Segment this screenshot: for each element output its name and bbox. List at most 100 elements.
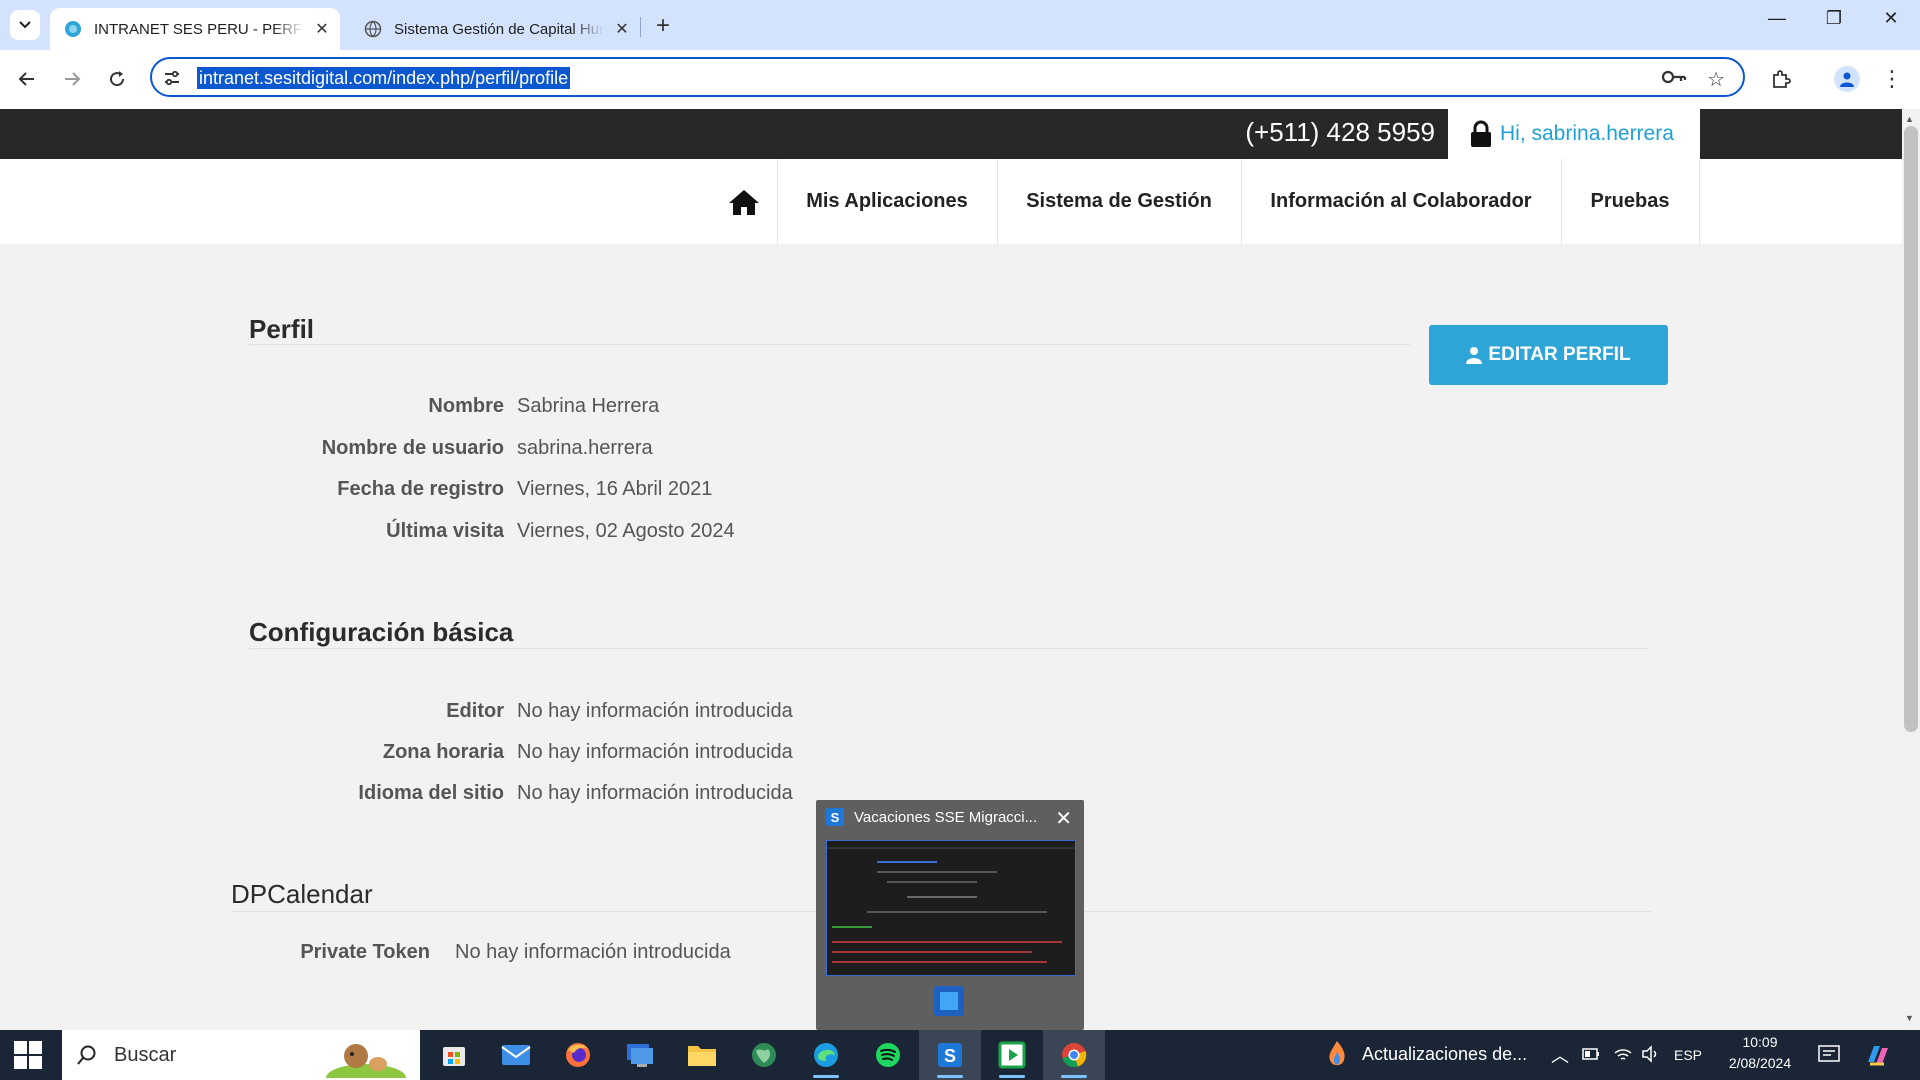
nav-home[interactable]	[710, 159, 778, 244]
config-section-title: Configuración básica	[249, 617, 514, 647]
scroll-down-icon[interactable]: ▼	[1905, 1013, 1914, 1023]
field-value-zona-horaria: No hay información introducida	[517, 741, 793, 763]
show-hidden-icons-chevron-icon[interactable]: ︿	[1551, 1042, 1569, 1068]
search-highlight-icon	[326, 1044, 406, 1078]
nav-item-pruebas[interactable]: Pruebas	[1561, 159, 1700, 244]
edit-profile-label: EDITAR PERFIL	[1488, 344, 1631, 365]
field-label-fecha-registro: Fecha de registro	[337, 478, 504, 500]
restore-icon[interactable]: ❐	[1809, 8, 1859, 29]
clock-time: 10:09	[1742, 1034, 1778, 1050]
preview-close-icon[interactable]: ✕	[1055, 806, 1072, 831]
computer-icon	[627, 1044, 653, 1067]
clock[interactable]: 10:09 2/08/2024	[1710, 1034, 1810, 1071]
taskbar-search[interactable]: Buscar	[62, 1030, 420, 1080]
edge-icon	[814, 1043, 838, 1067]
back-button[interactable]	[10, 62, 44, 96]
password-key-icon[interactable]	[1661, 68, 1687, 86]
person-icon	[1840, 72, 1854, 87]
preview-thumbnail[interactable]	[826, 840, 1076, 976]
minimize-icon[interactable]: —	[1752, 8, 1802, 29]
close-window-icon[interactable]: ✕	[1866, 8, 1916, 29]
app-s-icon: S	[826, 808, 844, 826]
field-value-nombre: Sabrina Herrera	[517, 395, 660, 417]
reload-button[interactable]	[100, 62, 134, 96]
tab-search-button[interactable]	[10, 10, 40, 40]
field-label-idioma: Idioma del sitio	[358, 782, 504, 804]
close-tab-icon[interactable]: ✕	[312, 19, 332, 39]
field-label-editor: Editor	[446, 700, 504, 722]
taskbar-mail[interactable]	[485, 1030, 547, 1080]
taskbar-firefox[interactable]	[547, 1030, 609, 1080]
nav-item-mis-aplicaciones[interactable]: Mis Aplicaciones	[777, 159, 998, 244]
section-divider	[249, 648, 1649, 649]
folder-icon	[688, 1046, 716, 1066]
svg-text:S: S	[944, 1046, 956, 1066]
profile-button[interactable]	[1830, 62, 1864, 96]
taskbar-remote-desktop[interactable]	[609, 1030, 671, 1080]
tab-separator	[640, 17, 641, 37]
browser-tab-capital-humano[interactable]: Sistema Gestión de Capital Hum ✕	[350, 8, 640, 50]
field-label-ultima-visita: Última visita	[386, 520, 504, 542]
chrome-icon	[1062, 1043, 1087, 1068]
search-icon	[77, 1045, 96, 1065]
address-bar[interactable]: intranet.sesitdigital.com/index.php/perf…	[150, 57, 1745, 97]
user-greeting[interactable]: Hi, sabrina.herrera	[1448, 109, 1700, 159]
taskbar-window-preview[interactable]: S Vacaciones SSE Migracci... ✕	[816, 800, 1084, 1030]
forward-button[interactable]	[55, 62, 89, 96]
lock-icon	[1471, 120, 1491, 147]
browser-tab-strip: INTRANET SES PERU - PERFIL D ✕ Sistema G…	[0, 0, 1920, 50]
bookmark-star-icon[interactable]: ☆	[1707, 67, 1725, 92]
taskbar-edge[interactable]	[795, 1030, 857, 1080]
preview-app-icon	[934, 986, 964, 1016]
greeting-text[interactable]: Hi, sabrina.herrera	[1500, 122, 1674, 146]
nav-item-sistema-gestion[interactable]: Sistema de Gestión	[997, 159, 1242, 244]
site-favicon-icon	[65, 21, 81, 37]
user-icon	[1466, 347, 1483, 364]
field-value-editor: No hay información introducida	[517, 700, 793, 722]
taskbar-file-explorer[interactable]	[671, 1030, 733, 1080]
scroll-up-icon[interactable]: ▲	[1905, 114, 1914, 124]
battery-icon[interactable]	[1582, 1048, 1600, 1060]
input-language[interactable]: ESP	[1674, 1047, 1702, 1063]
preview-header: S Vacaciones SSE Migracci...	[826, 808, 1037, 826]
field-label-private-token: Private Token	[300, 941, 430, 963]
windows-taskbar: Buscar S Actualizaciones de... ︿ ESP 10:…	[0, 1030, 1920, 1080]
clock-date: 2/08/2024	[1728, 1055, 1792, 1071]
globe-icon	[364, 20, 382, 38]
field-value-private-token: No hay información introducida	[455, 941, 731, 963]
extensions-button[interactable]	[1764, 62, 1798, 96]
browser-tab-intranet[interactable]: INTRANET SES PERU - PERFIL D ✕	[50, 8, 340, 50]
preview-title: Vacaciones SSE Migracci...	[854, 808, 1038, 826]
taskbar-chrome[interactable]	[1043, 1030, 1105, 1080]
field-value-idioma: No hay información introducida	[517, 782, 793, 804]
site-settings-icon[interactable]	[162, 68, 182, 88]
windows-start-icon[interactable]	[14, 1041, 42, 1069]
edit-profile-button[interactable]: EDITAR PERFIL	[1429, 325, 1668, 385]
taskbar-globe-app[interactable]	[733, 1030, 795, 1080]
field-label-zona-horaria: Zona horaria	[382, 741, 504, 763]
url-text[interactable]: intranet.sesitdigital.com/index.php/perf…	[197, 67, 571, 89]
update-flame-icon[interactable]	[1327, 1040, 1347, 1070]
store-icon	[443, 1047, 465, 1066]
dpcalendar-section-title: DPCalendar	[231, 879, 373, 909]
taskbar-spotify[interactable]	[857, 1030, 919, 1080]
taskbar-media-app[interactable]	[981, 1030, 1043, 1080]
copilot-icon[interactable]	[1864, 1042, 1892, 1068]
close-tab-icon[interactable]: ✕	[612, 19, 632, 39]
taskbar-store[interactable]	[423, 1030, 485, 1080]
notification-center-icon[interactable]	[1818, 1045, 1840, 1065]
globe-icon	[752, 1043, 776, 1067]
site-top-bar: (+511) 428 5959 Hi, sabrina.herrera	[0, 109, 1902, 159]
volume-icon[interactable]	[1641, 1045, 1659, 1063]
browser-menu-icon[interactable]: ⋮	[1875, 62, 1909, 96]
browser-toolbar: intranet.sesitdigital.com/index.php/perf…	[0, 50, 1920, 109]
tab-title: INTRANET SES PERU - PERFIL D	[94, 20, 304, 38]
notification-text[interactable]: Actualizaciones de...	[1362, 1044, 1527, 1065]
wifi-icon[interactable]	[1614, 1045, 1632, 1063]
contact-phone: (+511) 428 5959	[1245, 117, 1435, 147]
scrollbar-thumb[interactable]	[1904, 126, 1918, 732]
reload-icon	[110, 71, 125, 87]
nav-item-info-colaborador[interactable]: Información al Colaborador	[1241, 159, 1562, 244]
new-tab-button[interactable]: +	[650, 12, 676, 40]
taskbar-sse-app[interactable]: S	[919, 1030, 981, 1080]
